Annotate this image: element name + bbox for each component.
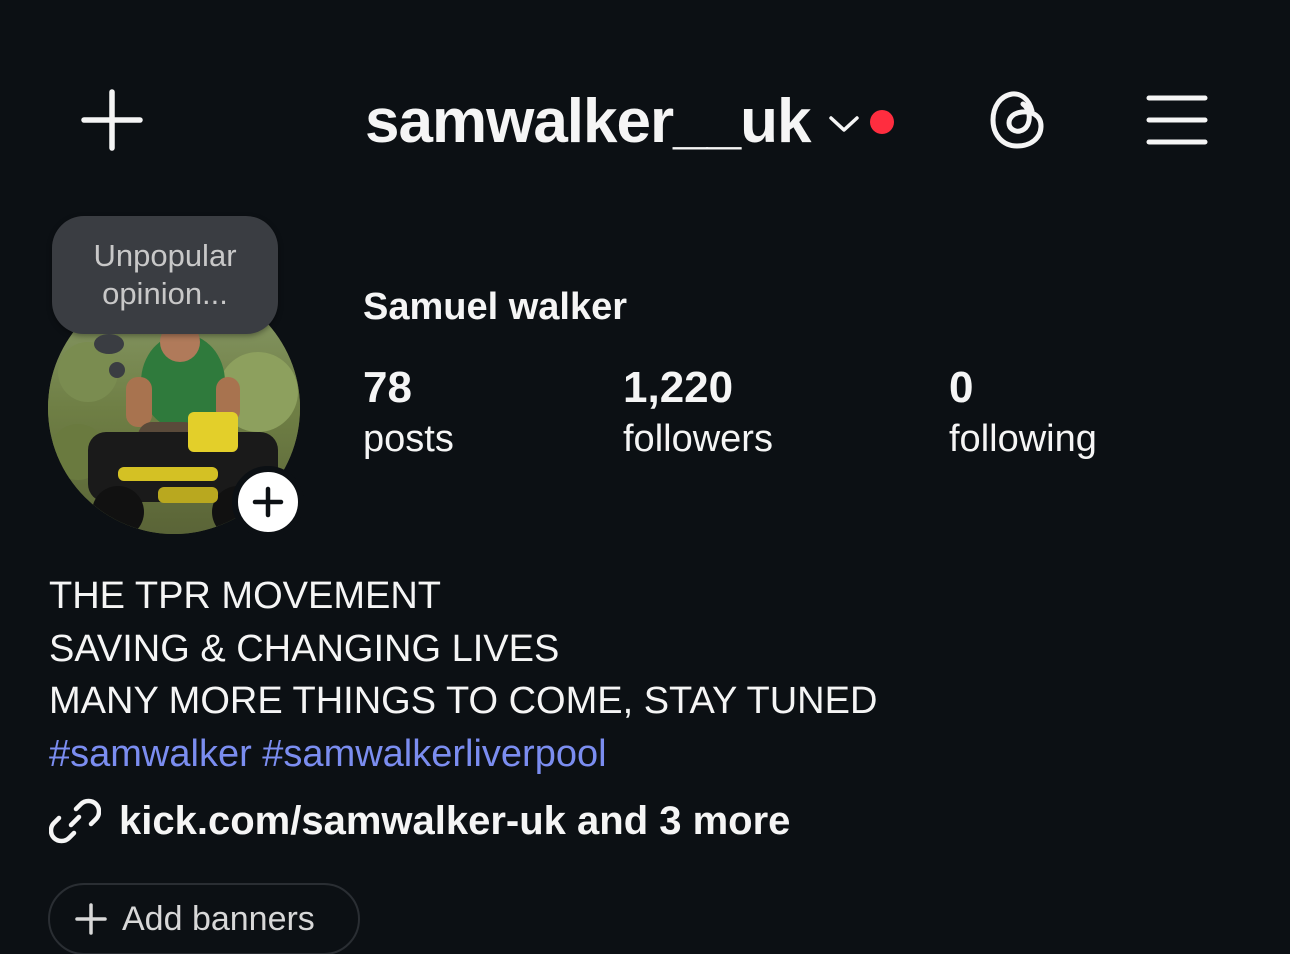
bio-line-3: MANY MORE THINGS TO COME, STAY TUNED (49, 680, 878, 722)
plus-icon (75, 903, 107, 935)
hashtag-link[interactable]: #samwalkerliverpool (262, 733, 606, 775)
posts-count: 78 (363, 363, 412, 412)
bio-line-2: SAVING & CHANGING LIVES (49, 627, 560, 670)
username: samwalker__uk (365, 87, 811, 156)
plus-icon (252, 486, 284, 518)
following-count: 0 (949, 363, 974, 412)
note-bubble-tail-small (109, 362, 125, 378)
note-bubble[interactable]: Unpopular opinion... (52, 216, 278, 334)
hashtag-link[interactable]: #samwalker (49, 733, 252, 775)
threads-icon[interactable] (985, 87, 1051, 153)
new-post-plus-icon[interactable] (80, 88, 144, 152)
stat-followers[interactable]: 1,220 followers (623, 362, 773, 464)
add-story-button[interactable] (232, 466, 304, 538)
profile-page: samwalker__uk Unpopular opinion... Samue… (0, 0, 1290, 954)
add-banners-button[interactable]: Add banners (48, 883, 360, 954)
followers-count: 1,220 (623, 363, 734, 412)
display-name: Samuel walker (363, 286, 628, 328)
note-line-2: opinion... (102, 276, 228, 311)
add-banners-label: Add banners (122, 900, 315, 938)
bio: THE TPR MOVEMENT SAVING & CHANGING LIVES… (49, 570, 877, 780)
posts-label: posts (363, 418, 454, 460)
note-line-1: Unpopular (93, 238, 237, 273)
followers-label: followers (623, 418, 773, 460)
bio-hashtags: #samwalker #samwalkerliverpool (49, 728, 877, 781)
notification-dot (870, 110, 895, 134)
stat-following[interactable]: 0 following (949, 362, 1097, 464)
bio-line-1: THE TPR MOVEMENT (49, 575, 441, 617)
hamburger-menu-icon[interactable] (1146, 94, 1208, 146)
stat-posts[interactable]: 78 posts (363, 362, 454, 464)
profile-link[interactable]: kick.com/samwalker-uk and 3 more (49, 795, 790, 847)
link-text: kick.com/samwalker-uk and 3 more (119, 799, 791, 843)
account-switcher[interactable]: samwalker__uk (365, 86, 895, 158)
chevron-down-icon (829, 116, 860, 132)
link-icon (49, 798, 101, 844)
note-bubble-tail (94, 334, 124, 354)
following-label: following (949, 418, 1097, 460)
